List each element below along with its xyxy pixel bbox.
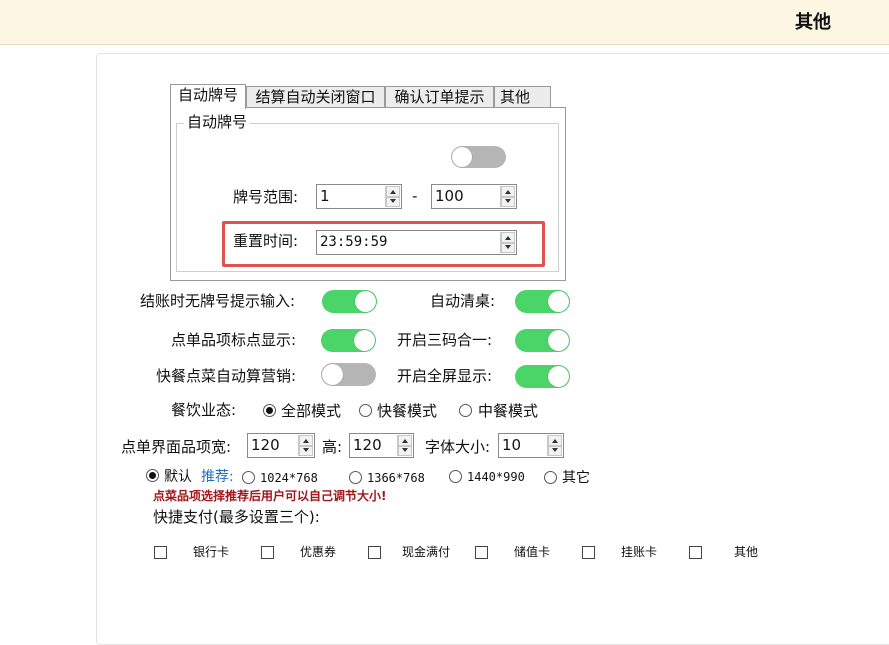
item-height-value: 120 [353, 436, 382, 454]
fullscreen-toggle[interactable] [515, 365, 570, 388]
spin-down-button[interactable] [501, 196, 515, 207]
resolution-1366-label[interactable]: 1366*768 [367, 470, 425, 486]
toggle-knob [548, 330, 569, 351]
tab-auto-close-window[interactable]: 结算自动关闭窗口 [246, 86, 385, 108]
resolution-hint: 点菜品项选择推荐后用户可以自己调节大小! [153, 489, 387, 503]
resolution-1440-label[interactable]: 1440*990 [467, 469, 525, 485]
quick-pay-credit-checkbox[interactable] [582, 546, 595, 559]
three-in-one-toggle[interactable] [515, 329, 570, 352]
reset-time-label: 重置时间: [233, 232, 299, 250]
spinner-buttons [385, 186, 400, 207]
resolution-default-radio[interactable] [146, 469, 159, 482]
spinner-buttons [397, 435, 412, 456]
quick-pay-credit-label: 挂账卡 [621, 545, 658, 559]
quick-pay-cash-label: 现金满付 [402, 545, 451, 559]
resolution-1366-radio[interactable] [349, 471, 362, 484]
font-size-spinner[interactable]: 10 [498, 433, 564, 458]
toggle-knob [548, 291, 569, 312]
fast-marketing-toggle[interactable] [321, 363, 376, 386]
font-size-value: 10 [502, 436, 522, 454]
tab-order-confirm[interactable]: 确认订单提示 [385, 86, 494, 108]
resolution-other-label[interactable]: 其它 [562, 468, 590, 488]
quick-pay-stored-value-checkbox[interactable] [475, 546, 488, 559]
reset-time-value: 23:59:59 [320, 234, 388, 250]
catering-all-label[interactable]: 全部模式 [281, 401, 341, 421]
spin-up-button[interactable] [398, 435, 412, 446]
catering-label: 餐饮业态: [171, 401, 237, 419]
resolution-default-label[interactable]: 默认 [164, 467, 192, 487]
quick-pay-stored-value-label: 储值卡 [514, 545, 551, 559]
range-separator: - [412, 187, 418, 205]
spin-down-button[interactable] [548, 445, 562, 456]
tab-other[interactable]: 其他 [494, 86, 551, 108]
no-number-prompt-toggle[interactable] [322, 290, 377, 313]
range-from-value: 1 [320, 187, 330, 205]
spinner-buttons [500, 232, 515, 253]
spin-down-button[interactable] [398, 445, 412, 456]
no-number-prompt-label: 结账时无牌号提示输入: [140, 292, 296, 310]
auto-number-toggle[interactable] [451, 146, 506, 168]
resolution-other-radio[interactable] [544, 471, 557, 484]
quick-pay-other-checkbox[interactable] [689, 546, 702, 559]
item-height-spinner[interactable]: 120 [349, 433, 414, 458]
group-title: 自动牌号 [184, 113, 251, 131]
spinner-buttons [547, 435, 562, 456]
font-size-label: 字体大小: [425, 438, 491, 456]
catering-all-radio[interactable] [263, 404, 276, 417]
resolution-1024-radio[interactable] [242, 471, 255, 484]
reset-time-spinner[interactable]: 23:59:59 [316, 230, 517, 255]
spin-up-button[interactable] [501, 186, 515, 197]
toggle-knob [548, 366, 569, 387]
spin-down-button[interactable] [299, 445, 313, 456]
catering-chinese-label[interactable]: 中餐模式 [478, 401, 538, 421]
fast-marketing-label: 快餐点菜自动算营销: [156, 367, 297, 385]
recommend-label: 推荐: [201, 469, 234, 485]
item-width-spinner[interactable]: 120 [247, 433, 315, 458]
tab-auto-number[interactable]: 自动牌号 [170, 84, 246, 109]
quick-pay-label: 快捷支付(最多设置三个): [153, 508, 320, 526]
quick-pay-other-label: 其他 [734, 545, 759, 559]
toggle-knob [322, 364, 343, 385]
quick-pay-coupon-label: 优惠券 [300, 545, 337, 559]
quick-pay-bankcard-label: 银行卡 [193, 545, 230, 559]
quick-pay-bankcard-checkbox[interactable] [154, 546, 167, 559]
item-mark-toggle[interactable] [321, 329, 376, 352]
spin-up-button[interactable] [501, 232, 515, 243]
item-width-value: 120 [251, 436, 280, 454]
top-bar: 其他 [0, 0, 889, 45]
page-title: 其他 [795, 12, 831, 33]
range-label: 牌号范围: [233, 188, 299, 206]
auto-clear-toggle[interactable] [515, 290, 570, 313]
three-in-one-label: 开启三码合一: [397, 331, 493, 349]
quick-pay-cash-checkbox[interactable] [368, 546, 381, 559]
spin-down-button[interactable] [386, 196, 400, 207]
spin-up-button[interactable] [299, 435, 313, 446]
range-to-value: 100 [435, 187, 464, 205]
fullscreen-label: 开启全屏显示: [397, 367, 493, 385]
spin-up-button[interactable] [548, 435, 562, 446]
catering-fast-radio[interactable] [359, 404, 372, 417]
catering-chinese-radio[interactable] [459, 404, 472, 417]
range-to-spinner[interactable]: 100 [431, 184, 517, 209]
range-from-spinner[interactable]: 1 [316, 184, 402, 209]
item-height-label: 高: [322, 438, 343, 456]
catering-fast-label[interactable]: 快餐模式 [377, 401, 437, 421]
auto-clear-label: 自动清桌: [430, 292, 496, 310]
item-width-label: 点单界面品项宽: [121, 438, 232, 456]
toggle-knob [355, 291, 376, 312]
resolution-1024-label[interactable]: 1024*768 [260, 470, 318, 486]
item-mark-label: 点单品项标点显示: [171, 331, 297, 349]
spin-up-button[interactable] [386, 186, 400, 197]
resolution-1440-radio[interactable] [449, 470, 462, 483]
toggle-knob [354, 330, 375, 351]
spinner-buttons [500, 186, 515, 207]
toggle-knob [452, 147, 472, 167]
quick-pay-coupon-checkbox[interactable] [261, 546, 274, 559]
spinner-buttons [298, 435, 313, 456]
spin-down-button[interactable] [501, 242, 515, 253]
